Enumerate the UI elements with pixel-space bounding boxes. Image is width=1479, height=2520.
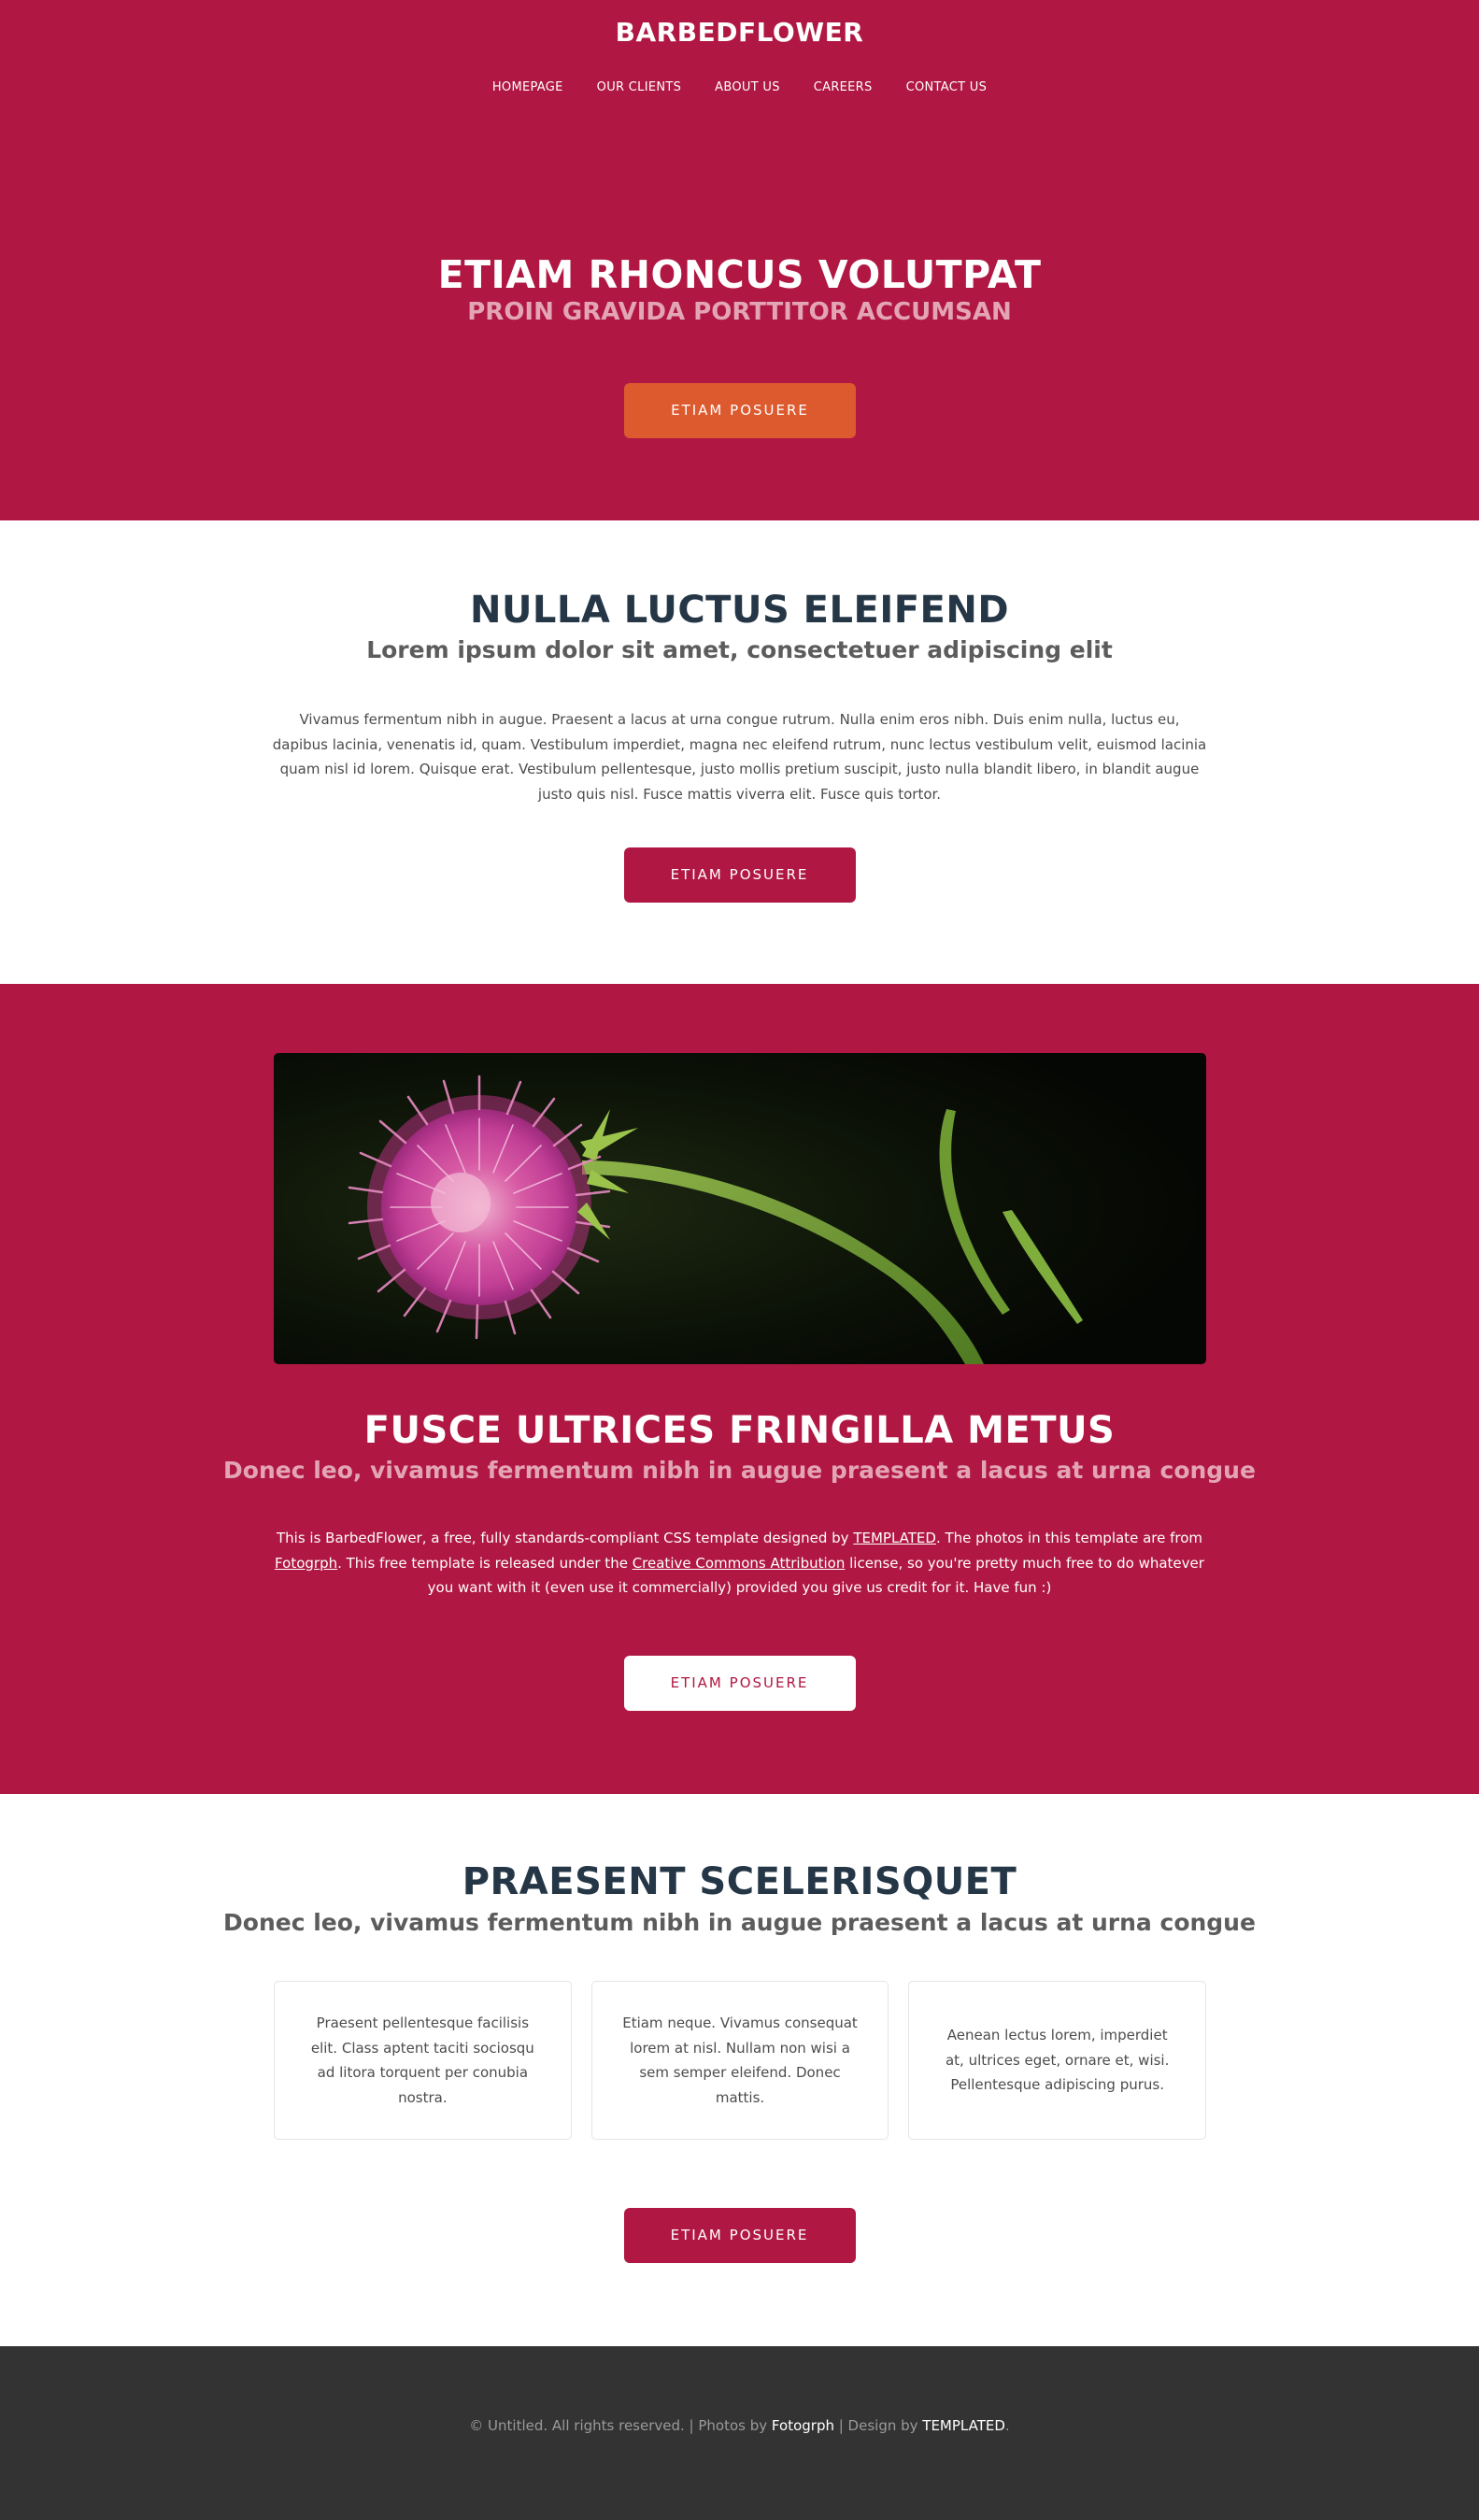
nav-our-clients[interactable]: OUR CLIENTS bbox=[597, 80, 682, 94]
banner-subtitle: PROIN GRAVIDA PORTTITOR ACCUMSAN bbox=[467, 298, 1012, 326]
footer-text: | Design by bbox=[833, 2417, 923, 2434]
nav-careers[interactable]: CAREERS bbox=[814, 80, 873, 94]
nav-about-us[interactable]: ABOUT US bbox=[715, 80, 780, 94]
section-two: FUSCE ULTRICES FRINGILLA METUS Donec leo… bbox=[0, 984, 1479, 1794]
section-one-body: Vivamus fermentum nibh in augue. Praesen… bbox=[272, 711, 1207, 803]
feature-box: Etiam neque. Vivamus consequat lorem at … bbox=[590, 1981, 889, 2140]
footer-text: © Untitled. All rights reserved. | Photo… bbox=[469, 2417, 772, 2434]
feature-box: Praesent pellentesque facilisis elit. Cl… bbox=[274, 1981, 572, 2140]
footer-fotogrph-link[interactable]: Fotogrph bbox=[772, 2417, 834, 2434]
body-text: . The photos in this template are from bbox=[935, 1530, 1202, 1546]
banner-title: ETIAM RHONCUS VOLUTPAT bbox=[437, 252, 1042, 297]
section-one-button[interactable]: ETIAM POSUERE bbox=[623, 847, 856, 903]
section-two-body: This is BarbedFlower, a free, fully stan… bbox=[273, 1526, 1207, 1601]
section-three: PRAESENT SCELERISQUET Donec leo, vivamus… bbox=[0, 1794, 1479, 2346]
section-three-title: PRAESENT SCELERISQUET bbox=[462, 1860, 1017, 1903]
nav-contact-us[interactable]: CONTACT US bbox=[906, 80, 988, 94]
hero-banner: BARBEDFLOWER HOMEPAGE OUR CLIENTS ABOUT … bbox=[0, 0, 1479, 520]
section-one-title: NULLA LUCTUS ELEIFEND bbox=[469, 589, 1010, 632]
creative-commons-link[interactable]: Creative Commons Attribution bbox=[633, 1555, 846, 1572]
feature-box: Aenean lectus lorem, imperdiet at, ultri… bbox=[908, 1981, 1207, 2140]
main-nav: HOMEPAGE OUR CLIENTS ABOUT US CAREERS CO… bbox=[0, 80, 1479, 94]
section-one-subtitle: Lorem ipsum dolor sit amet, consectetuer… bbox=[366, 636, 1113, 663]
thistle-photo bbox=[274, 1053, 1206, 1364]
section-two-title: FUSCE ULTRICES FRINGILLA METUS bbox=[363, 1409, 1116, 1452]
body-text: . This free template is released under t… bbox=[337, 1554, 633, 1572]
nav-homepage[interactable]: HOMEPAGE bbox=[492, 80, 563, 94]
section-three-button[interactable]: ETIAM POSUERE bbox=[623, 2208, 856, 2263]
section-two-button[interactable]: ETIAM POSUERE bbox=[623, 1656, 856, 1711]
footer-templated-link[interactable]: TEMPLATED bbox=[922, 2417, 1005, 2434]
banner-button[interactable]: ETIAM POSUERE bbox=[624, 383, 856, 438]
copyright: © Untitled. All rights reserved. | Photo… bbox=[0, 2417, 1479, 2434]
templated-link[interactable]: TEMPLATED bbox=[853, 1530, 936, 1546]
section-one: NULLA LUCTUS ELEIFEND Lorem ipsum dolor … bbox=[0, 520, 1479, 984]
feature-boxes: Praesent pellentesque facilisis elit. Cl… bbox=[274, 1981, 1207, 2140]
fotogrph-link[interactable]: Fotogrph bbox=[275, 1555, 337, 1572]
body-text: This is BarbedFlower, a free, fully stan… bbox=[277, 1530, 854, 1546]
footer-text: . bbox=[1004, 2417, 1010, 2434]
section-two-subtitle: Donec leo, vivamus fermentum nibh in aug… bbox=[223, 1457, 1256, 1484]
site-logo[interactable]: BARBEDFLOWER bbox=[0, 17, 1479, 48]
section-three-subtitle: Donec leo, vivamus fermentum nibh in aug… bbox=[223, 1909, 1256, 1936]
site-footer: © Untitled. All rights reserved. | Photo… bbox=[0, 2346, 1479, 2520]
